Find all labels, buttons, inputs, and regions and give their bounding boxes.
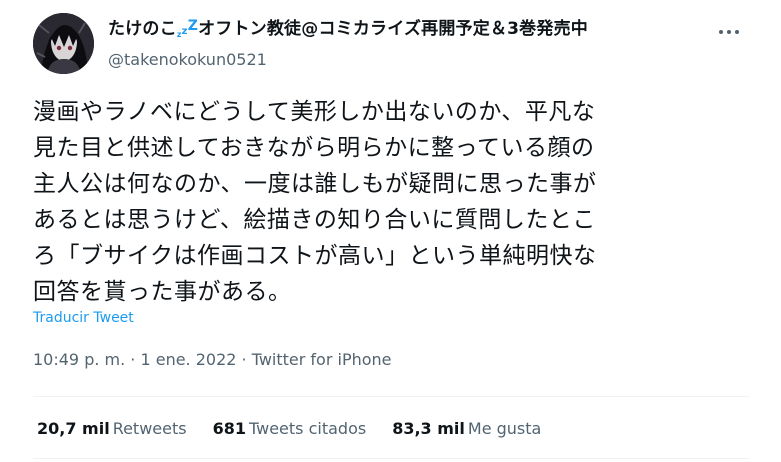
tweet-stats: 20,7 mil Retweets 681 Tweets citados 83,3 … <box>37 419 541 438</box>
divider <box>33 396 749 397</box>
likes-label: Me gusta <box>467 419 542 438</box>
display-name[interactable]: たけのこzzZオフトン教徒@コミカライズ再開予定＆3巻発売中 <box>108 14 588 47</box>
quote-tweets-count: 681 <box>212 419 246 438</box>
more-options-button[interactable] <box>714 22 744 42</box>
sleeping-zzz-icon: zzZ <box>177 18 198 39</box>
retweets-label: Retweets <box>112 419 187 438</box>
quote-tweets-stat[interactable]: 681 Tweets citados <box>213 419 367 438</box>
more-horizontal-icon <box>719 30 739 34</box>
quote-tweets-label: Tweets citados <box>249 419 367 438</box>
retweets-stat[interactable]: 20,7 mil Retweets <box>37 419 187 438</box>
retweets-count: 20,7 mil <box>37 419 110 438</box>
user-handle[interactable]: @takenokokun0521 <box>108 49 588 71</box>
user-info: たけのこzzZオフトン教徒@コミカライズ再開予定＆3巻発売中 @takenoko… <box>108 14 588 71</box>
display-name-prefix: たけのこ <box>108 19 177 39</box>
likes-count: 83,3 mil <box>392 419 465 438</box>
avatar[interactable] <box>33 13 94 74</box>
tweet-card: たけのこzzZオフトン教徒@コミカライズ再開予定＆3巻発売中 @takenoko… <box>0 0 781 462</box>
tweet-text: 漫画やラノベにどうして美形しか出ないのか、平凡な 見た目と供述しておきながら明ら… <box>33 99 597 305</box>
translate-tweet-link[interactable]: Traducir Tweet <box>33 310 134 326</box>
likes-stat[interactable]: 83,3 mil Me gusta <box>392 419 541 438</box>
display-name-suffix: オフトン教徒@コミカライズ再開予定＆3巻発売中 <box>198 19 588 39</box>
avatar-image <box>33 13 94 74</box>
zzz-letter: Z <box>187 18 199 34</box>
divider <box>33 458 749 459</box>
tweet-timestamp[interactable]: 10:49 p. m. · 1 ene. 2022 · Twitter for … <box>33 350 392 369</box>
